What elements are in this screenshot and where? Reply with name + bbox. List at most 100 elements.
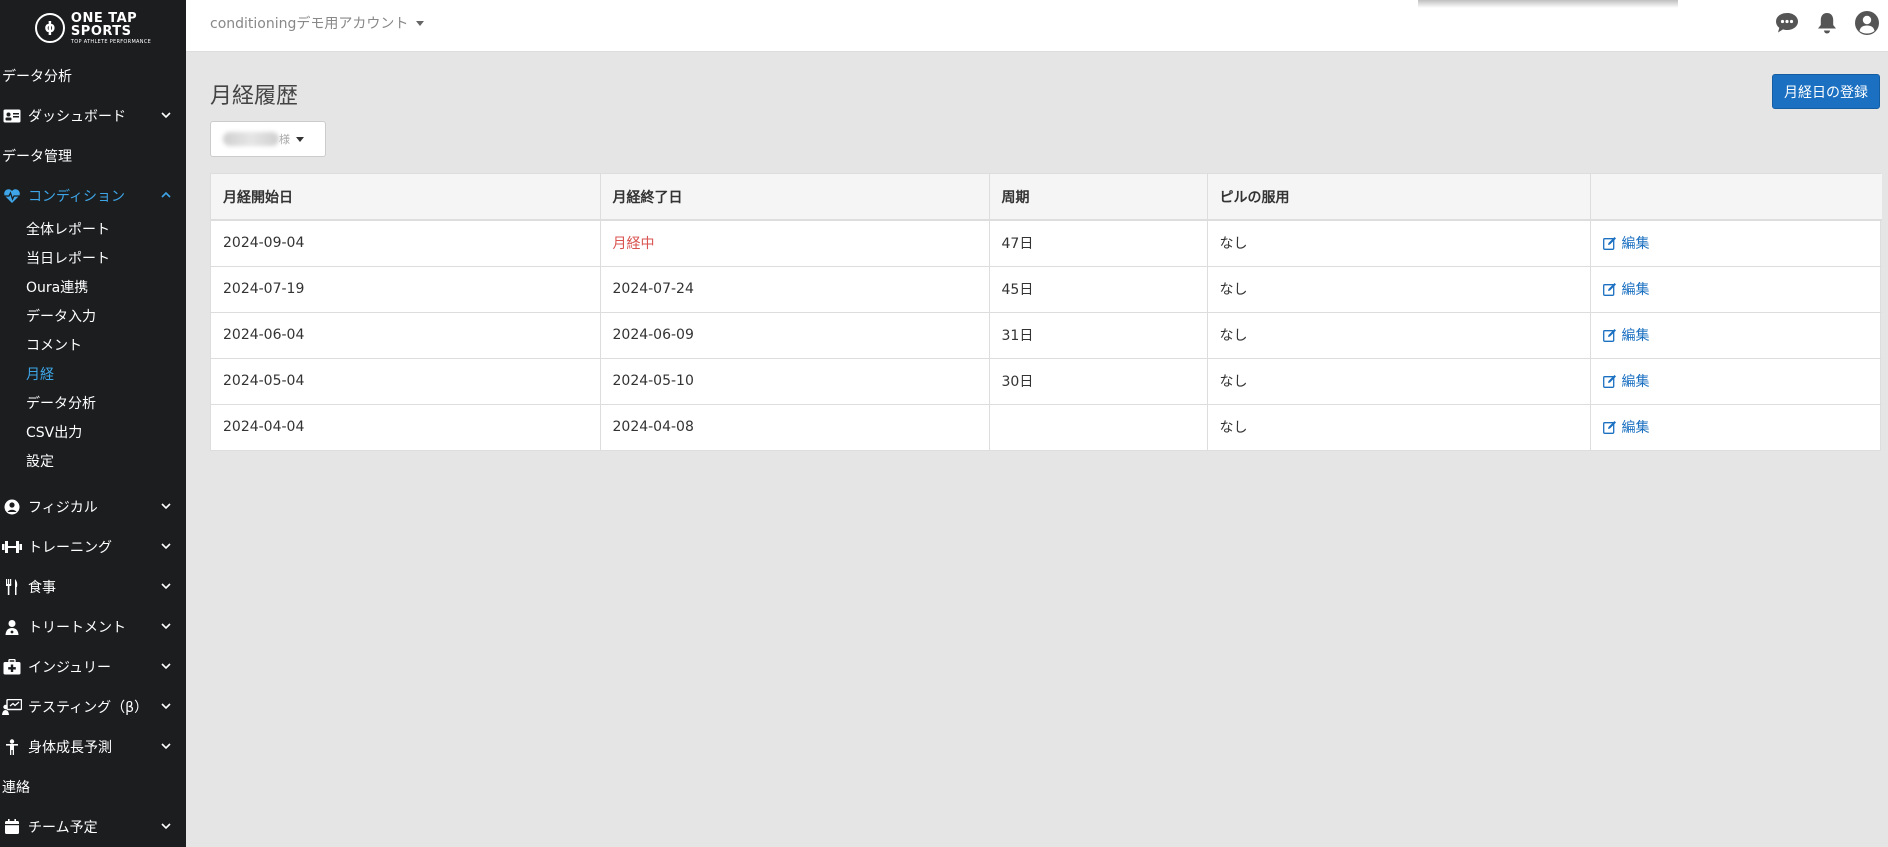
sidebar-item-settings[interactable]: 設定 [0,448,186,477]
team-selector[interactable]: conditioningデモ用アカウント [210,13,425,33]
caret-down-icon [296,136,304,142]
athlete-name-blurred [223,132,279,146]
user-circle-icon [2,499,22,515]
sidebar-group-growth-prediction[interactable]: 身体成長予測 [0,727,186,767]
sidebar-group-label: 食事 [28,580,56,596]
chat-icon[interactable] [1774,10,1800,36]
edit-link[interactable]: 編集 [1602,417,1650,437]
utensils-icon [2,579,22,595]
condition-submenu: 全体レポート 当日レポート Oura連携 データ入力 コメント 月経 データ分析… [0,216,186,487]
edit-link[interactable]: 編集 [1602,233,1650,253]
sidebar-item-comment[interactable]: コメント [0,332,186,361]
sidebar-group-training[interactable]: トレーニング [0,527,186,567]
user-doctor-icon [2,619,22,635]
cell-pill: なし [1207,220,1591,267]
edit-label: 編集 [1621,235,1650,252]
dumbbell-icon [2,539,22,555]
user-account-icon[interactable] [1854,10,1880,36]
sidebar-group-condition[interactable]: コンディション [0,176,186,216]
id-card-icon [2,108,22,124]
chevron-down-icon [161,743,171,750]
cell-end-date: 2024-04-08 [600,404,990,450]
edit-link[interactable]: 編集 [1602,325,1650,345]
sidebar-item-data-input[interactable]: データ入力 [0,303,186,332]
sidebar-item-daily-report[interactable]: 当日レポート [0,245,186,274]
heart-pulse-icon [2,188,22,204]
sidebar-group-label: トリートメント [28,620,126,636]
cell-pill: なし [1207,266,1591,313]
table-row: 2024-04-04 2024-04-08 なし 編集 [211,404,1882,450]
chevron-down-icon [161,112,171,119]
sidebar-group-meal[interactable]: 食事 [0,567,186,607]
logo-mark-icon: ϕ [34,13,65,43]
cell-start-date: 2024-04-04 [211,404,601,450]
table-row: 2024-05-04 2024-05-10 30日 なし 編集 [211,358,1882,405]
cell-cycle: 47日 [989,220,1208,267]
calendar-icon [2,819,22,835]
column-header-cycle: 周期 [989,174,1208,221]
edit-label: 編集 [1621,281,1650,298]
sidebar-group-team-schedule[interactable]: チーム予定 [0,807,186,847]
table-row: 2024-07-19 2024-07-24 45日 なし 編集 [211,266,1882,313]
overlay-shadow [1418,0,1678,8]
edit-icon [1602,282,1616,296]
edit-link[interactable]: 編集 [1602,371,1650,391]
sidebar-group-label: ダッシュボード [28,109,126,125]
table-row: 2024-06-04 2024-06-09 31日 なし 編集 [211,312,1882,359]
sidebar-item-condition-analysis[interactable]: データ分析 [0,390,186,419]
cell-start-date: 2024-05-04 [211,358,601,405]
topbar-actions [1774,10,1880,36]
sidebar-item-oura[interactable]: Oura連携 [0,274,186,303]
chevron-down-icon [161,663,171,670]
column-header-actions [1590,174,1882,221]
menstruation-history-table: 月経開始日 月経終了日 周期 ピルの服用 2024-09-04 月経中 47日 … [210,173,1882,451]
child-growth-icon [2,739,22,755]
logo-line1: ONE TAP [70,10,138,26]
edit-label: 編集 [1621,327,1650,344]
register-menstruation-button[interactable]: 月経日の登録 [1772,74,1880,109]
cell-cycle: 30日 [989,358,1208,405]
bell-icon[interactable] [1814,10,1840,36]
column-header-pill: ピルの服用 [1207,174,1591,221]
cell-start-date: 2024-06-04 [211,312,601,359]
first-aid-kit-icon [2,659,22,675]
column-header-end-date: 月経終了日 [600,174,990,221]
cell-end-date: 2024-05-10 [600,358,990,405]
sidebar-group-label: インジュリー [28,660,112,676]
athlete-selector[interactable]: 様 [210,121,326,157]
column-header-start-date: 月経開始日 [211,174,601,221]
cell-actions: 編集 [1590,312,1882,359]
chevron-down-icon [161,503,171,510]
edit-icon [1602,374,1616,388]
cell-cycle: 31日 [989,312,1208,359]
sidebar-item-csv-export[interactable]: CSV出力 [0,419,186,448]
sidebar-group-label: フィジカル [28,500,98,516]
logo-line2: SPORTS [70,23,132,39]
cell-end-date: 月経中 [600,220,990,267]
athlete-name-suffix: 様 [279,133,290,146]
sidebar-group-testing[interactable]: テスティング（β） [0,687,186,727]
cell-cycle [989,404,1208,450]
sidebar-section-data-analysis: データ分析 [2,69,72,85]
sidebar-group-physical[interactable]: フィジカル [0,487,186,527]
chalkboard-user-icon [2,699,22,715]
edit-link[interactable]: 編集 [1602,279,1650,299]
sidebar-group-label: チーム予定 [28,820,98,836]
sidebar-group-label: 身体成長予測 [28,740,112,756]
chevron-down-icon [161,543,171,550]
sidebar-group-label: トレーニング [28,540,112,556]
cell-start-date: 2024-09-04 [211,220,601,267]
chevron-down-icon [161,583,171,590]
sidebar-item-overall-report[interactable]: 全体レポート [0,216,186,245]
logo[interactable]: ϕ ONE TAP SPORTS TOP ATHLETE PERFORMANCE [0,0,186,56]
sidebar-group-treatment[interactable]: トリートメント [0,607,186,647]
cell-actions: 編集 [1590,266,1882,313]
sidebar-nav: データ分析 ダッシュボード データ管理 コンディション 全体レポート 当日レポー… [0,56,186,847]
sidebar-group-dashboard[interactable]: ダッシュボード [0,96,186,136]
chevron-down-icon [161,623,171,630]
cell-pill: なし [1207,404,1591,450]
sidebar-group-injury[interactable]: インジュリー [0,647,186,687]
sidebar-group-label: コンディション [28,189,126,205]
sidebar-item-menstruation[interactable]: 月経 [0,361,186,390]
cell-end-date: 2024-06-09 [600,312,990,359]
